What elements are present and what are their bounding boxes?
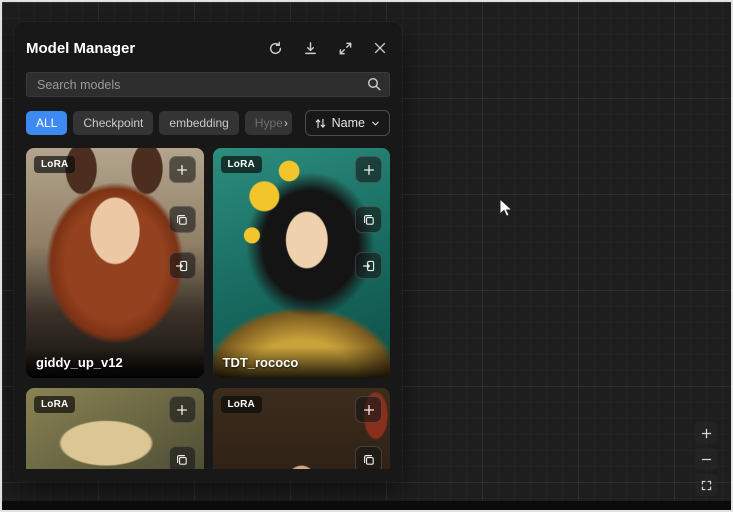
sort-dropdown[interactable]: Name: [305, 110, 390, 136]
bottom-strip: [2, 501, 731, 510]
filter-chip-hypernetwork[interactable]: Hype›: [245, 111, 292, 135]
add-model-button[interactable]: [355, 156, 382, 183]
copy-icon: [362, 213, 376, 227]
load-icon: [362, 259, 376, 273]
zoom-out-button[interactable]: [695, 448, 717, 470]
search-input[interactable]: [26, 72, 390, 97]
chevron-right-icon: ›: [284, 116, 288, 130]
fit-view-button[interactable]: [695, 474, 717, 496]
copy-icon: [362, 453, 376, 467]
download-icon: [303, 41, 318, 56]
canvas-controls: [695, 422, 717, 496]
model-type-badge: LoRA: [221, 156, 262, 173]
copy-model-button[interactable]: [169, 206, 196, 233]
refresh-button[interactable]: [265, 38, 285, 58]
sort-icon: [314, 117, 327, 130]
expand-icon: [338, 41, 353, 56]
plus-icon: [175, 403, 189, 417]
copy-model-button[interactable]: [355, 446, 382, 469]
panel-title: Model Manager: [26, 40, 135, 57]
model-manager-panel: Model Manager: [14, 22, 402, 481]
plus-icon: [362, 163, 376, 177]
model-card-3[interactable]: LoRA: [26, 388, 204, 469]
fit-view-icon: [700, 479, 713, 492]
load-icon: [175, 259, 189, 273]
plus-icon: [362, 403, 376, 417]
copy-model-button[interactable]: [169, 446, 196, 469]
model-type-badge: LoRA: [34, 156, 75, 173]
filter-chip-embedding[interactable]: embedding: [159, 111, 238, 135]
model-type-badge: LoRA: [221, 396, 262, 413]
add-model-button[interactable]: [169, 396, 196, 423]
model-card-4[interactable]: LoRA: [213, 388, 391, 469]
search-bar: [26, 72, 390, 97]
model-card-giddy-up-v12[interactable]: LoRA giddy_up_v12: [26, 148, 204, 378]
model-name: giddy_up_v12: [26, 347, 204, 378]
search-icon: [366, 76, 382, 92]
model-name: TDT_rococo: [213, 347, 391, 378]
model-type-badge: LoRA: [34, 396, 75, 413]
model-card-tdt-rococo[interactable]: LoRA TDT_rococo: [213, 148, 391, 378]
minus-icon: [700, 453, 713, 466]
add-model-button[interactable]: [169, 156, 196, 183]
plus-icon: [175, 163, 189, 177]
copy-icon: [175, 213, 189, 227]
mouse-cursor: [499, 198, 515, 220]
load-model-button[interactable]: [355, 252, 382, 279]
filter-chip-all[interactable]: ALL: [26, 111, 67, 135]
panel-actions: [265, 38, 390, 58]
filter-row: ALL Checkpoint embedding Hype› Name: [26, 110, 390, 136]
zoom-in-button[interactable]: [695, 422, 717, 444]
refresh-icon: [268, 41, 283, 56]
close-icon: [373, 41, 387, 55]
copy-model-button[interactable]: [355, 206, 382, 233]
download-button[interactable]: [300, 38, 320, 58]
copy-icon: [175, 453, 189, 467]
expand-button[interactable]: [335, 38, 355, 58]
add-model-button[interactable]: [355, 396, 382, 423]
filter-chip-checkpoint[interactable]: Checkpoint: [73, 111, 153, 135]
chevron-down-icon: [370, 118, 381, 129]
close-button[interactable]: [370, 38, 390, 58]
sort-label: Name: [332, 116, 365, 130]
panel-header: Model Manager: [26, 34, 390, 62]
load-model-button[interactable]: [169, 252, 196, 279]
model-card-grid: LoRA giddy_up_v12 LoRA: [26, 148, 390, 469]
app-canvas[interactable]: Model Manager: [0, 0, 733, 512]
plus-icon: [700, 427, 713, 440]
